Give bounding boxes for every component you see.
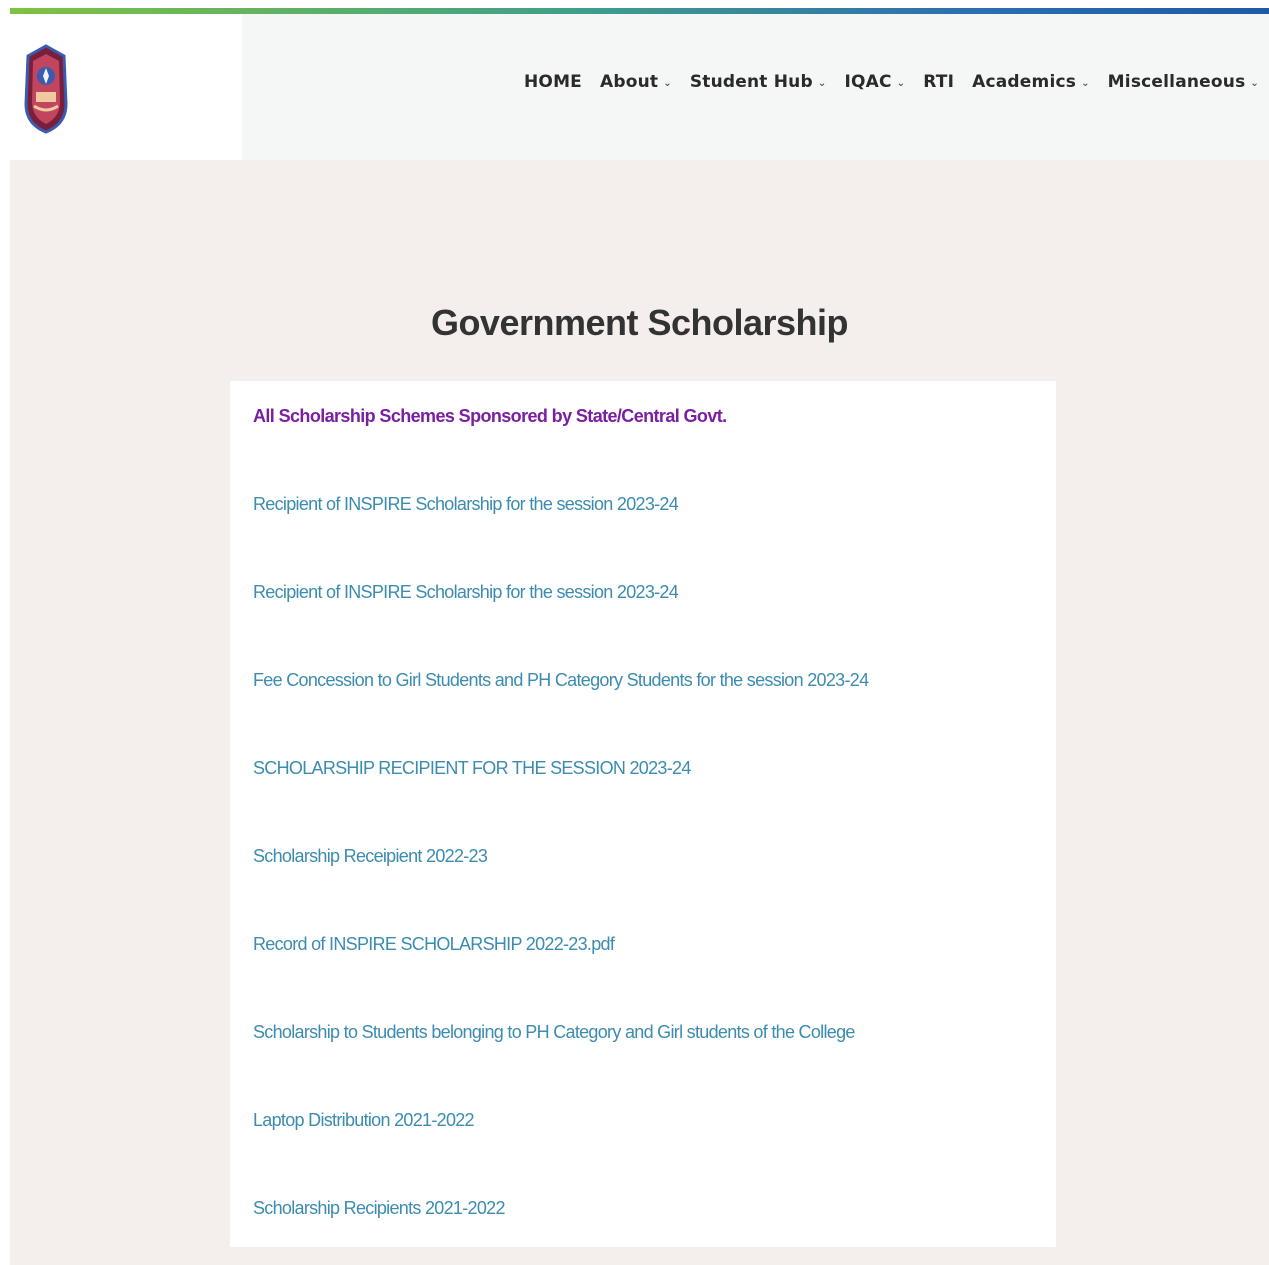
list-item: Record of INSPIRE SCHOLARSHIP 2022-23.pd… bbox=[253, 934, 615, 955]
site-header: HOME About ⌄ Student Hub ⌄ IQAC ⌄ RTI Ac… bbox=[10, 14, 1269, 160]
scholarship-links-card: All Scholarship Schemes Sponsored by Sta… bbox=[230, 381, 1056, 1247]
list-item: Recipient of INSPIRE Scholarship for the… bbox=[253, 582, 679, 603]
college-crest-icon[interactable] bbox=[24, 44, 68, 134]
nav-about[interactable]: About ⌄ bbox=[600, 72, 672, 92]
chevron-down-icon: ⌄ bbox=[896, 78, 906, 89]
nav-label: RTI bbox=[923, 72, 955, 92]
scholarship-link[interactable]: Record of INSPIRE SCHOLARSHIP 2022-23.pd… bbox=[253, 934, 615, 954]
nav-label: HOME bbox=[523, 72, 582, 92]
nav-label: Student Hub bbox=[689, 72, 813, 92]
nav-home[interactable]: HOME bbox=[524, 72, 582, 92]
scholarship-link[interactable]: Scholarship to Students belonging to PH … bbox=[253, 1022, 855, 1042]
page-title: Government Scholarship bbox=[430, 302, 849, 344]
scholarship-link[interactable]: Fee Concession to Girl Students and PH C… bbox=[253, 670, 869, 690]
chevron-down-icon: ⌄ bbox=[663, 78, 672, 89]
nav-label: Academics bbox=[972, 72, 1077, 92]
scholarship-link[interactable]: Recipient of INSPIRE Scholarship for the… bbox=[253, 494, 679, 514]
nav-iqac[interactable]: IQAC ⌄ bbox=[844, 72, 905, 92]
scholarship-link[interactable]: Recipient of INSPIRE Scholarship for the… bbox=[253, 582, 679, 602]
chevron-down-icon: ⌄ bbox=[1081, 78, 1090, 89]
list-item: SCHOLARSHIP RECIPIENT FOR THE SESSION 20… bbox=[253, 758, 691, 779]
page: HOME About ⌄ Student Hub ⌄ IQAC ⌄ RTI Ac… bbox=[10, 8, 1269, 1265]
main-nav: HOME About ⌄ Student Hub ⌄ IQAC ⌄ RTI Ac… bbox=[524, 72, 1259, 92]
scholarship-link[interactable]: SCHOLARSHIP RECIPIENT FOR THE SESSION 20… bbox=[253, 758, 691, 778]
logo-area bbox=[10, 14, 242, 160]
scholarship-link[interactable]: Laptop Distribution 2021-2022 bbox=[253, 1110, 475, 1130]
scholarship-link[interactable]: Scholarship Recipients 2021-2022 bbox=[253, 1198, 505, 1218]
list-item: Recipient of INSPIRE Scholarship for the… bbox=[253, 494, 679, 515]
all-schemes-link[interactable]: All Scholarship Schemes Sponsored by Sta… bbox=[253, 406, 727, 426]
list-item: Scholarship to Students belonging to PH … bbox=[253, 1022, 855, 1043]
list-item: Scholarship Recipients 2021-2022 bbox=[253, 1198, 505, 1219]
nav-label: About bbox=[600, 72, 659, 92]
nav-academics[interactable]: Academics ⌄ bbox=[972, 72, 1090, 92]
list-item: Fee Concession to Girl Students and PH C… bbox=[253, 670, 869, 691]
nav-rti[interactable]: RTI bbox=[923, 72, 954, 92]
list-item: Scholarship Receipient 2022-23 bbox=[253, 846, 488, 867]
nav-student-hub[interactable]: Student Hub ⌄ bbox=[690, 72, 827, 92]
chevron-down-icon: ⌄ bbox=[817, 78, 827, 89]
chevron-down-icon: ⌄ bbox=[1250, 78, 1259, 89]
nav-label: Miscellaneous bbox=[1107, 72, 1246, 92]
list-item: Laptop Distribution 2021-2022 bbox=[253, 1110, 475, 1131]
list-item: All Scholarship Schemes Sponsored by Sta… bbox=[253, 406, 727, 427]
scholarship-link[interactable]: Scholarship Receipient 2022-23 bbox=[253, 846, 488, 866]
nav-miscellaneous[interactable]: Miscellaneous ⌄ bbox=[1108, 72, 1259, 92]
nav-label: IQAC bbox=[844, 72, 892, 92]
